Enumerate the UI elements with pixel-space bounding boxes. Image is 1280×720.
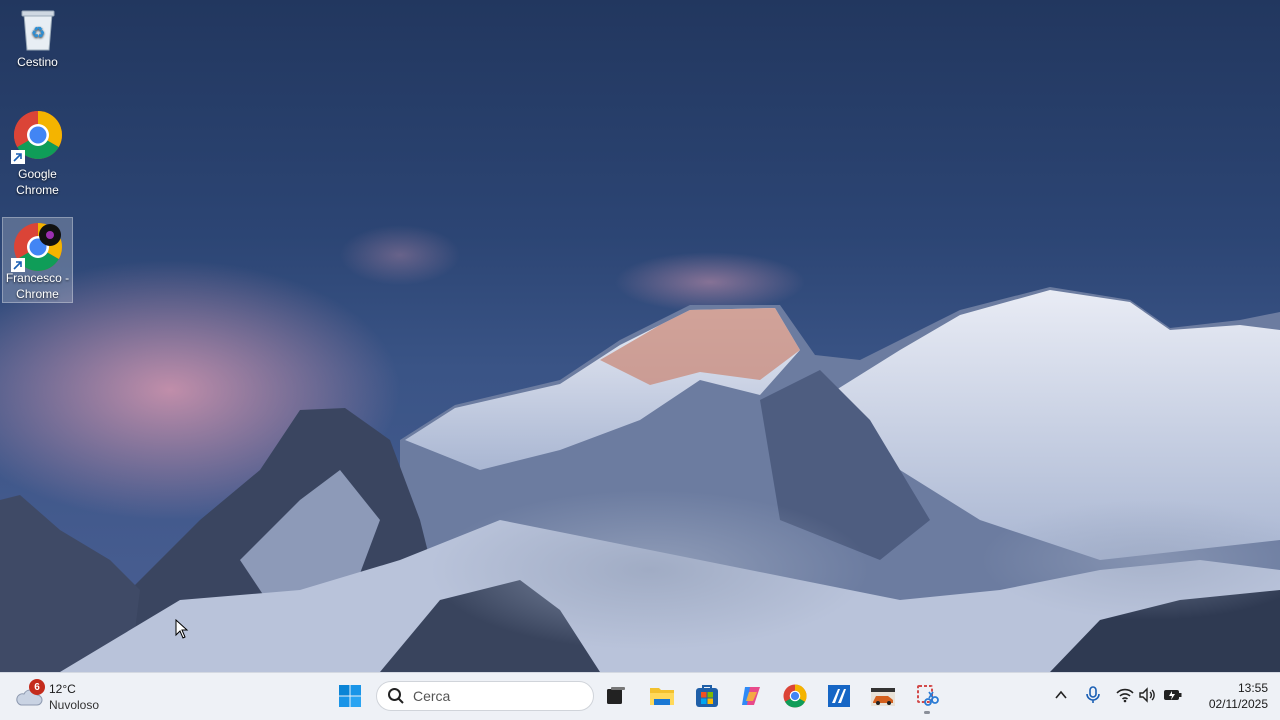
microphone-button[interactable] <box>1082 684 1104 706</box>
copilot-icon <box>742 687 760 705</box>
volume-icon <box>1139 687 1155 703</box>
chrome-button[interactable] <box>777 678 813 714</box>
recycle-bin-icon: ♻ <box>21 10 54 51</box>
task-view-button[interactable] <box>598 678 634 714</box>
desktop-icon-recycle-bin[interactable]: ♻ Cestino <box>2 4 73 74</box>
file-explorer-button[interactable] <box>644 678 680 714</box>
running-indicator <box>924 711 930 714</box>
clock-date: 02/11/2025 <box>1208 697 1268 711</box>
folder-icon <box>650 688 674 705</box>
shortcut-arrow-icon <box>10 258 25 272</box>
app-button[interactable] <box>821 678 857 714</box>
svg-text:♻: ♻ <box>30 23 44 42</box>
blue-app-icon <box>828 685 850 707</box>
clock-time: 13:55 <box>1237 681 1268 695</box>
network-button[interactable] <box>1114 684 1136 706</box>
show-hidden-icons-button[interactable] <box>1050 684 1072 706</box>
windows-logo-icon <box>339 685 361 707</box>
store-icon <box>696 685 718 707</box>
desktop-icon-label: Google Chrome <box>16 167 59 197</box>
desktop-icon-francesco-chrome[interactable]: Francesco - Chrome <box>2 217 73 303</box>
weather-widget[interactable]: 6 12°C Nuvoloso <box>14 679 99 715</box>
taskbar-search-box[interactable]: Cerca <box>376 681 594 711</box>
wifi-icon <box>1116 688 1134 703</box>
desktop[interactable]: ♻ Cestino Google Chrome Francesco - Chro… <box>0 0 1280 672</box>
battery-icon <box>1164 690 1182 700</box>
weather-temperature: 12°C <box>49 682 76 696</box>
desktop-icon-label: Francesco - Chrome <box>5 271 70 301</box>
chrome-icon <box>783 684 807 708</box>
task-view-icon <box>607 687 625 704</box>
start-button[interactable] <box>332 678 368 714</box>
search-placeholder: Cerca <box>413 688 451 704</box>
battery-button[interactable] <box>1162 684 1184 706</box>
wallpaper-mountains <box>0 225 1280 672</box>
shortcut-arrow-icon <box>10 150 25 164</box>
microsoft-store-button[interactable] <box>689 678 725 714</box>
microphone-icon <box>1086 686 1100 703</box>
volume-button[interactable] <box>1136 684 1158 706</box>
desktop-icon-google-chrome[interactable]: Google Chrome <box>2 106 73 198</box>
clock[interactable]: 13:55 02/11/2025 <box>1190 680 1268 712</box>
chevron-up-icon <box>1055 690 1067 699</box>
copilot-button[interactable] <box>733 678 769 714</box>
notification-badge: 6 <box>29 679 45 695</box>
search-icon <box>388 688 404 704</box>
desktop-icon-label: Cestino <box>17 55 58 69</box>
weather-condition: Nuvoloso <box>49 698 100 712</box>
snipping-tool-icon <box>917 685 939 706</box>
game-app-button[interactable] <box>865 678 901 714</box>
car-game-icon <box>871 688 895 706</box>
snipping-tool-button[interactable] <box>909 678 945 714</box>
mouse-cursor <box>175 619 189 639</box>
